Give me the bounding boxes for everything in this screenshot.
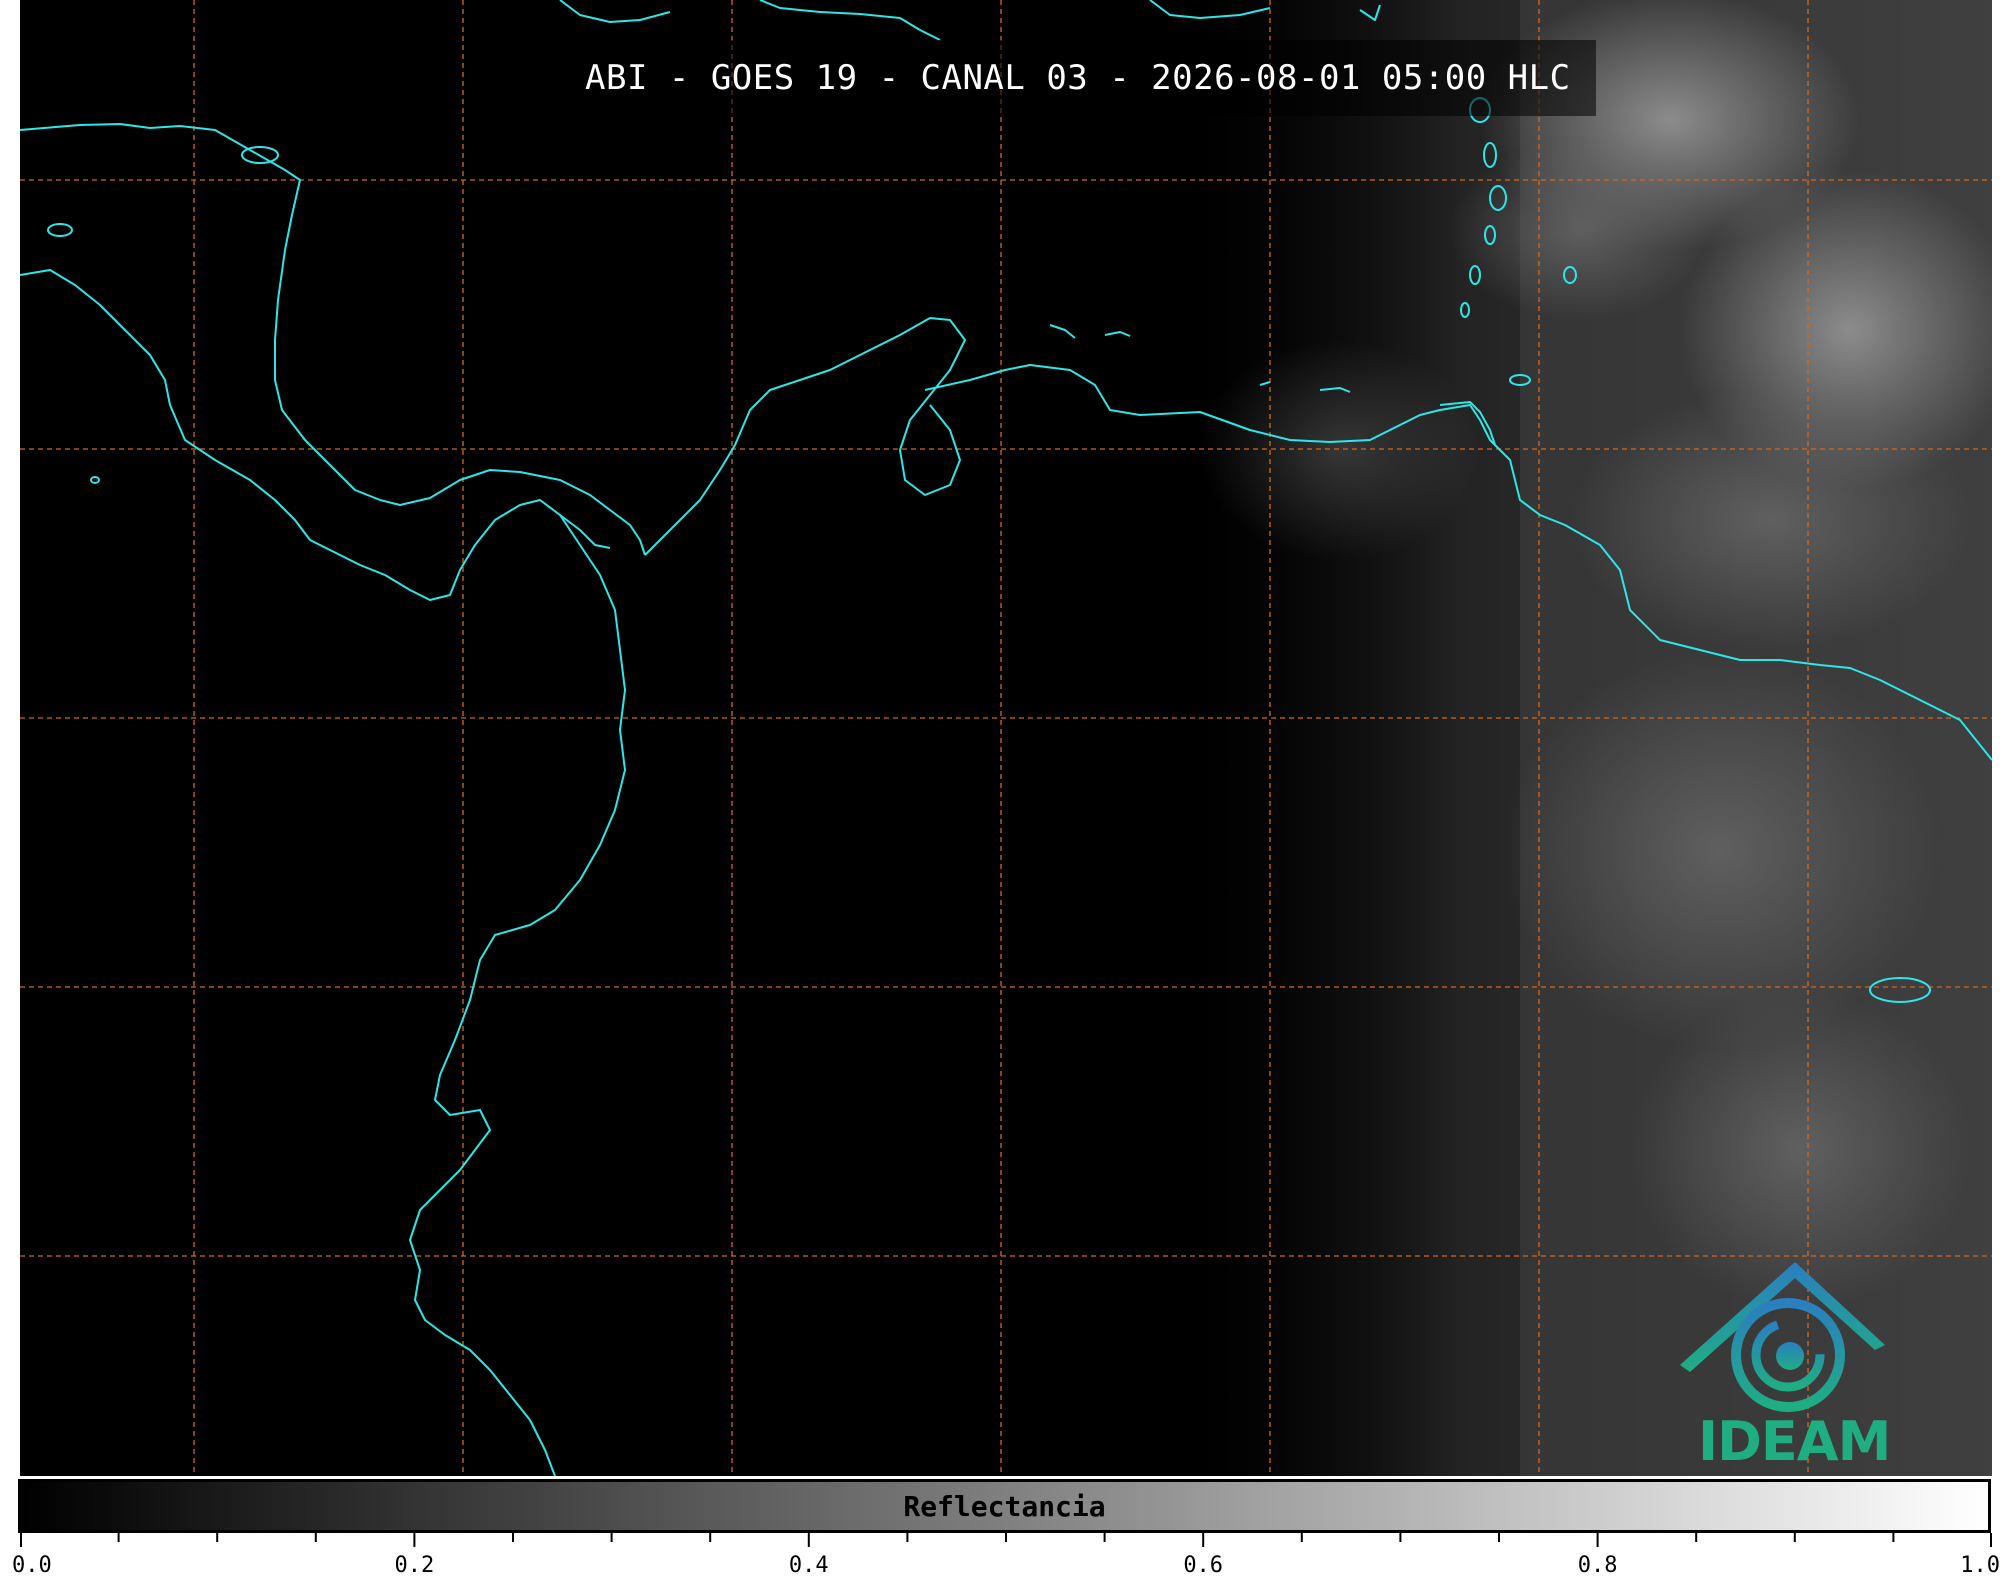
colorbar-label: Reflectancia xyxy=(903,1489,1106,1523)
cloud-cluster xyxy=(1200,340,1480,560)
ideam-logo-text: IDEAM xyxy=(1698,1410,1891,1473)
colorbar-ticks: 0.0 0.2 0.4 0.6 0.8 1.0 xyxy=(12,1533,2000,1578)
colorbar-tick-label: 1.0 xyxy=(1960,1553,2000,1578)
ideam-logo-icon xyxy=(1680,1262,1885,1412)
ideam-logo: IDEAM xyxy=(1670,1250,1900,1475)
cloud-cluster xyxy=(1500,650,1940,1050)
satellite-map: ABI - GOES 19 - CANAL 03 - 2026-08-01 05… xyxy=(20,0,1992,1476)
colorbar-tick-label: 0.0 xyxy=(12,1553,52,1578)
map-title: ABI - GOES 19 - CANAL 03 - 2026-08-01 05… xyxy=(560,40,1596,116)
colorbar-tick-label: 0.8 xyxy=(1577,1553,1618,1578)
colorbar-tick-marks xyxy=(20,1533,1992,1547)
colorbar-tick-label: 0.6 xyxy=(1183,1553,1224,1578)
colorbar: Reflectancia xyxy=(18,1479,1991,1533)
colorbar-tick-label: 0.2 xyxy=(394,1553,435,1578)
colorbar-tick-label: 0.4 xyxy=(788,1553,829,1578)
